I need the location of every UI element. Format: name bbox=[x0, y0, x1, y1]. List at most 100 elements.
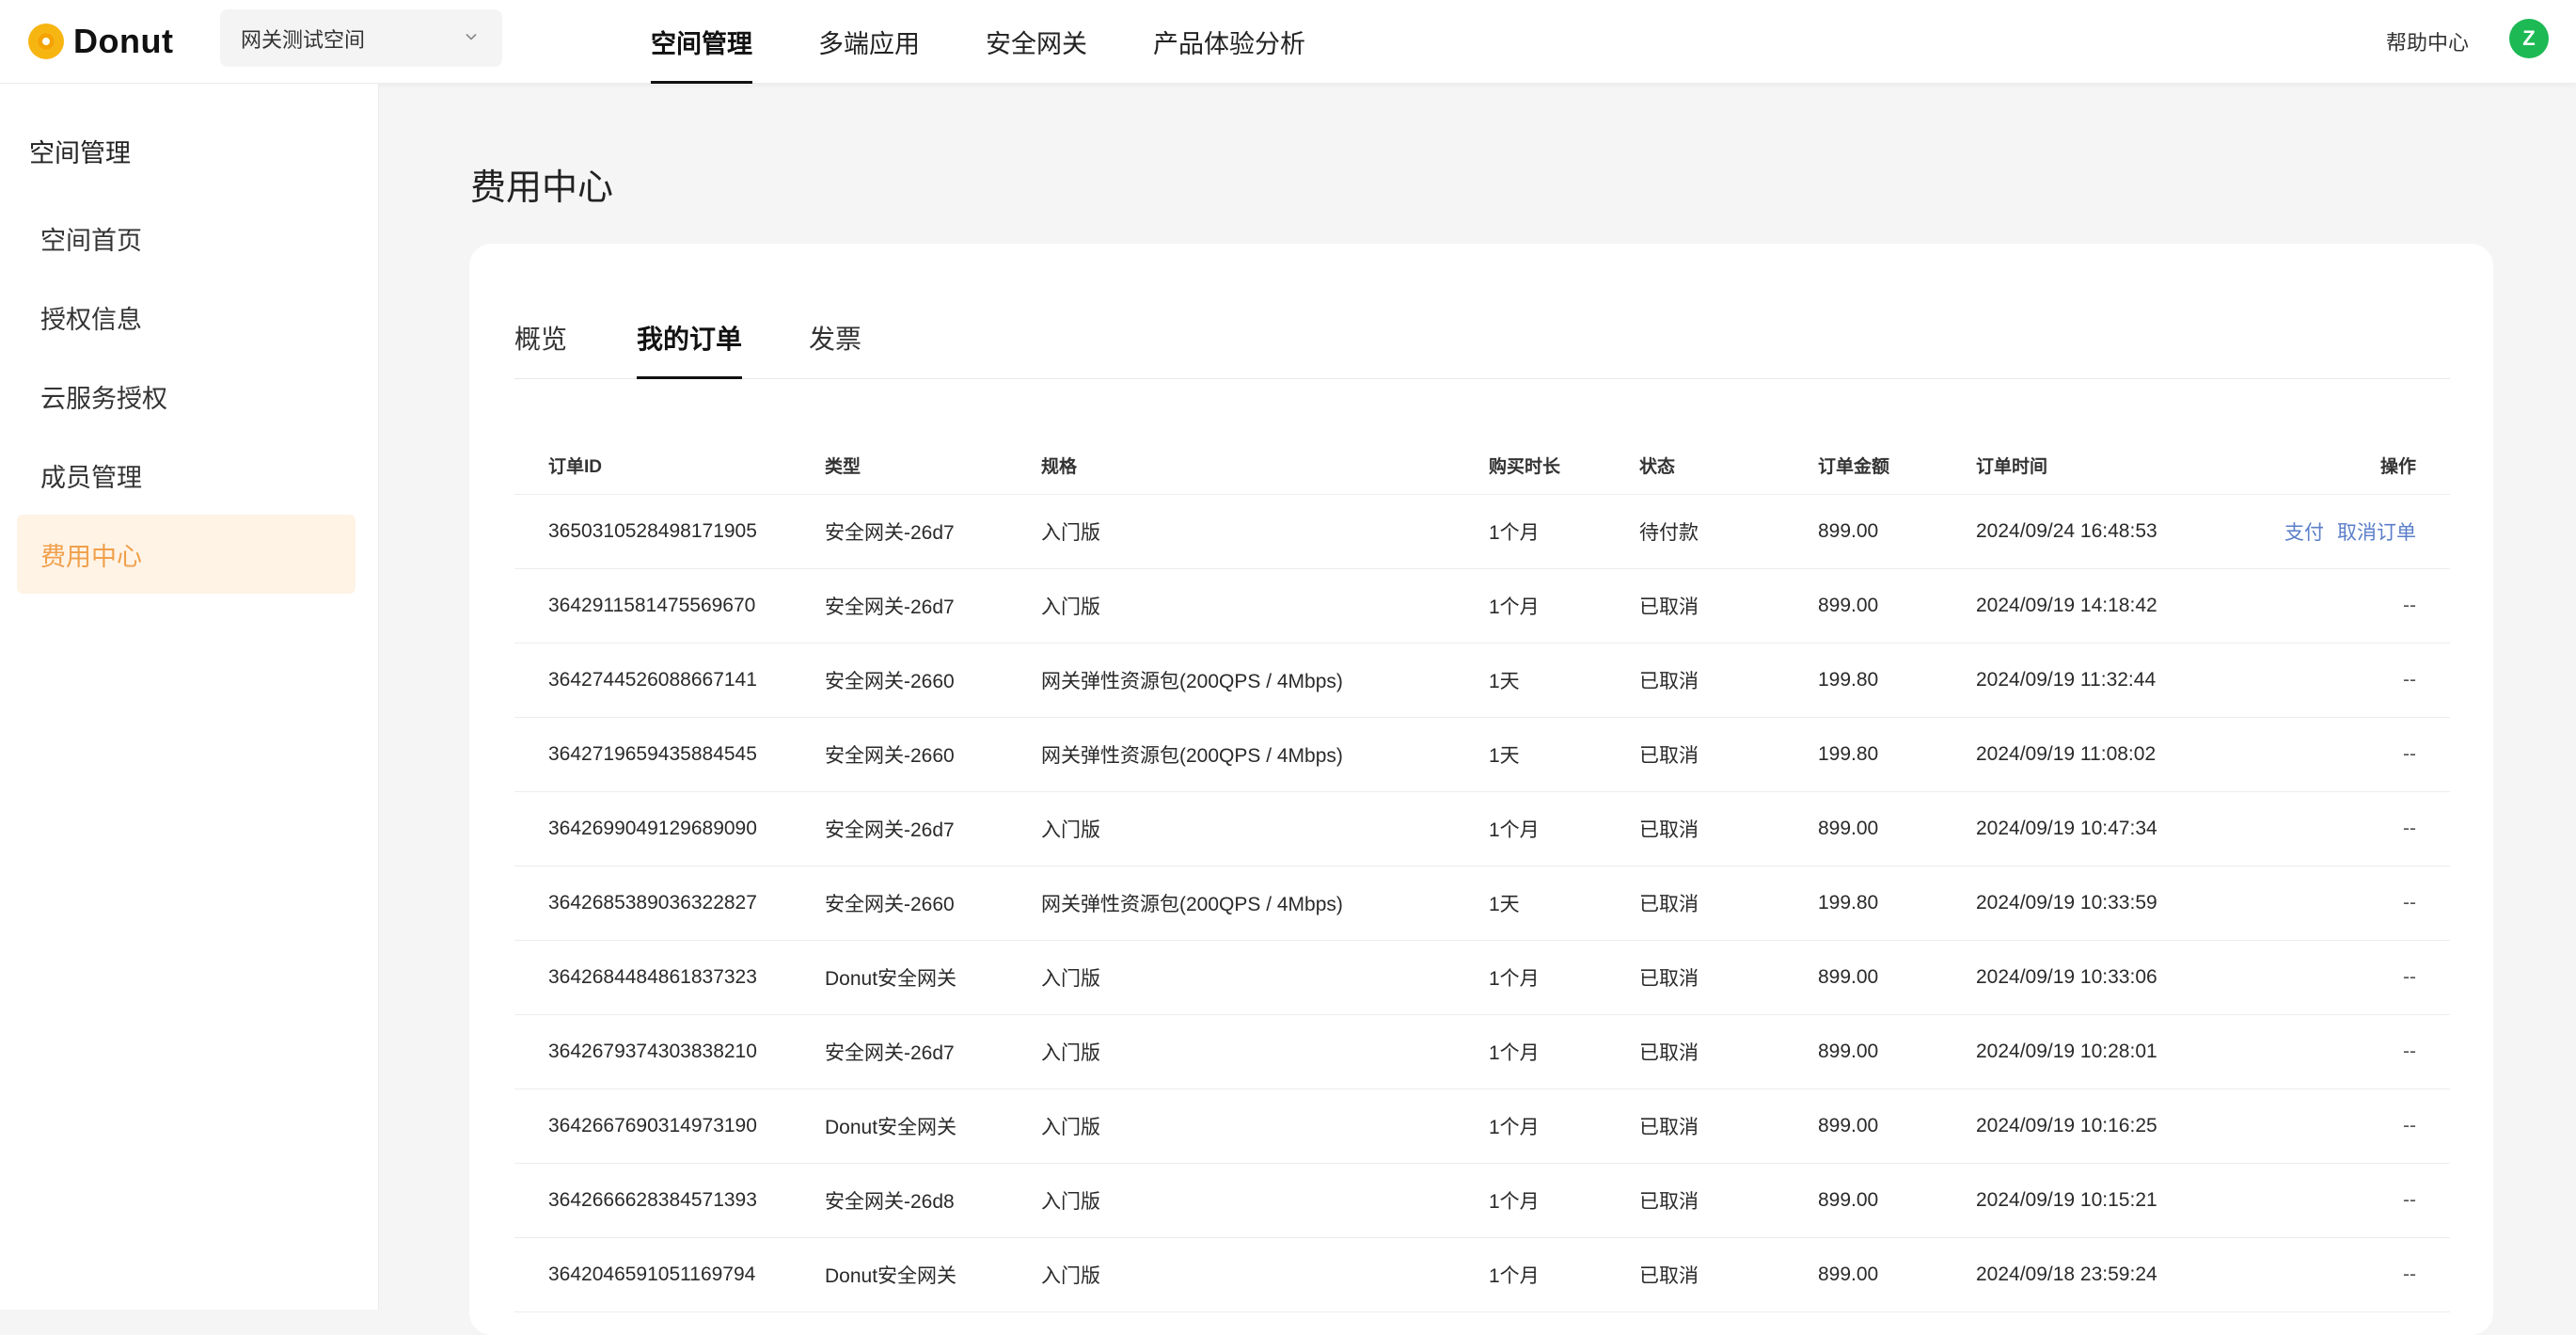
nav-item-product-analytics[interactable]: 产品体验分析 bbox=[1153, 0, 1305, 84]
status-cell: 待付款 bbox=[1639, 494, 1818, 569]
type-cell: Donut安全网关 bbox=[825, 940, 1041, 1015]
duration-cell: 1天 bbox=[1489, 643, 1639, 718]
status-cell: 已取消 bbox=[1639, 866, 1818, 941]
duration-cell: 1个月 bbox=[1489, 568, 1639, 644]
status-cell: 已取消 bbox=[1639, 1089, 1818, 1164]
sidebar-title: 空间管理 bbox=[29, 139, 131, 167]
status-cell: 已取消 bbox=[1639, 568, 1818, 644]
amount-cell: 199.80 bbox=[1818, 717, 1976, 792]
top-nav: 空间管理 多端应用 安全网关 产品体验分析 bbox=[651, 0, 1371, 84]
help-center-link[interactable]: 帮助中心 bbox=[2386, 26, 2469, 56]
table-row: 3650310528498171905 安全网关-26d7 入门版 1个月 待付款 899… bbox=[514, 494, 2450, 569]
actions-cell: -- bbox=[2249, 717, 2450, 792]
order-id-cell: 3642699049129689090 bbox=[514, 791, 825, 866]
column-header: 订单ID bbox=[514, 437, 825, 495]
spec-cell: 入门版 bbox=[1041, 940, 1489, 1015]
table-row: 3642667690314973190 Donut安全网关 入门版 1个月 已取消 899… bbox=[514, 1089, 2450, 1164]
brand[interactable]: Donut bbox=[28, 21, 173, 62]
spec-cell: 网关弹性资源包(200QPS / 4Mbps) bbox=[1041, 866, 1489, 941]
actions-cell: -- bbox=[2249, 866, 2450, 941]
spec-cell: 入门版 bbox=[1041, 1163, 1489, 1238]
pay-link[interactable]: 支付 bbox=[2284, 522, 2324, 544]
type-cell: 安全网关-2660 bbox=[825, 866, 1041, 941]
table-row: 3642684484861837323 Donut安全网关 入门版 1个月 已取消 899… bbox=[514, 940, 2450, 1015]
column-header: 规格 bbox=[1041, 437, 1489, 495]
time-cell: 2024/09/19 11:32:44 bbox=[1976, 643, 2249, 718]
order-id-cell: 3642744526088667141 bbox=[514, 643, 825, 718]
duration-cell: 1个月 bbox=[1489, 1237, 1639, 1312]
amount-cell: 899.00 bbox=[1818, 1089, 1976, 1164]
space-selector-value: 网关测试空间 bbox=[241, 27, 366, 52]
orders-card: 概览 我的订单 发票 订单ID 类型 规格 购买时长 状态 订单金额 订单时间 操作 3650… bbox=[469, 244, 2493, 1335]
actions-cell: -- bbox=[2249, 1089, 2450, 1164]
table-row: 3642046591051169794 Donut安全网关 入门版 1个月 已取消 899… bbox=[514, 1237, 2450, 1312]
table-row: 3642744526088667141 安全网关-2660 网关弹性资源包(200Q… bbox=[514, 643, 2450, 718]
type-cell: 安全网关-2660 bbox=[825, 717, 1041, 792]
spec-cell: 入门版 bbox=[1041, 1237, 1489, 1312]
sidebar-item-members[interactable]: 成员管理 bbox=[17, 436, 356, 515]
no-action: -- bbox=[2403, 1263, 2416, 1285]
column-header: 订单金额 bbox=[1818, 437, 1976, 495]
column-header: 类型 bbox=[825, 437, 1041, 495]
tab-invoices[interactable]: 发票 bbox=[809, 319, 861, 379]
column-header: 状态 bbox=[1639, 437, 1818, 495]
no-action: -- bbox=[2403, 668, 2416, 691]
table-row: 3642666628384571393 安全网关-26d8 入门版 1个月 已取消 899… bbox=[514, 1163, 2450, 1238]
amount-cell: 899.00 bbox=[1818, 940, 1976, 1015]
amount-cell: 899.00 bbox=[1818, 1163, 1976, 1238]
duration-cell: 1个月 bbox=[1489, 1089, 1639, 1164]
duration-cell: 1个月 bbox=[1489, 1014, 1639, 1089]
order-id-cell: 3642666628384571393 bbox=[514, 1163, 825, 1238]
avatar[interactable]: Z bbox=[2509, 19, 2549, 58]
order-id-cell: 3642684484861837323 bbox=[514, 940, 825, 1015]
duration-cell: 1个月 bbox=[1489, 940, 1639, 1015]
actions-cell: -- bbox=[2249, 643, 2450, 718]
spec-cell: 入门版 bbox=[1041, 1014, 1489, 1089]
nav-item-multi-apps[interactable]: 多端应用 bbox=[818, 0, 920, 84]
table-row: 3642679374303838210 安全网关-26d7 入门版 1个月 已取消 899… bbox=[514, 1014, 2450, 1089]
amount-cell: 899.00 bbox=[1818, 791, 1976, 866]
space-selector[interactable]: 网关测试空间 bbox=[220, 9, 502, 67]
nav-item-security-gateway[interactable]: 安全网关 bbox=[986, 0, 1087, 84]
order-id-cell: 3642685389036322827 bbox=[514, 866, 825, 941]
tab-my-orders[interactable]: 我的订单 bbox=[637, 319, 743, 379]
no-action: -- bbox=[2403, 1040, 2416, 1062]
time-cell: 2024/09/24 16:48:53 bbox=[1976, 494, 2249, 569]
duration-cell: 1个月 bbox=[1489, 494, 1639, 569]
column-header: 操作 bbox=[2249, 437, 2450, 495]
amount-cell: 899.00 bbox=[1818, 1237, 1976, 1312]
nav-item-space-management[interactable]: 空间管理 bbox=[651, 0, 752, 84]
actions-cell: -- bbox=[2249, 1014, 2450, 1089]
actions-cell: -- bbox=[2249, 1237, 2450, 1312]
order-id-cell: 3642911581475569670 bbox=[514, 568, 825, 644]
sidebar-item-billing[interactable]: 费用中心 bbox=[17, 515, 356, 594]
cancel-order-link[interactable]: 取消订单 bbox=[2337, 522, 2416, 544]
spec-cell: 网关弹性资源包(200QPS / 4Mbps) bbox=[1041, 717, 1489, 792]
no-action: -- bbox=[2403, 891, 2416, 914]
type-cell: 安全网关-26d7 bbox=[825, 1014, 1041, 1089]
type-cell: 安全网关-26d7 bbox=[825, 568, 1041, 644]
page-title: 费用中心 bbox=[470, 168, 614, 208]
time-cell: 2024/09/18 23:59:24 bbox=[1976, 1237, 2249, 1312]
sidebar-item-license-info[interactable]: 授权信息 bbox=[17, 278, 356, 357]
spec-cell: 网关弹性资源包(200QPS / 4Mbps) bbox=[1041, 643, 1489, 718]
table-row: 3642685389036322827 安全网关-2660 网关弹性资源包(200Q… bbox=[514, 866, 2450, 941]
table-row: 3642911581475569670 安全网关-26d7 入门版 1个月 已取消 899… bbox=[514, 568, 2450, 644]
no-action: -- bbox=[2403, 965, 2416, 988]
order-id-cell: 3642667690314973190 bbox=[514, 1089, 825, 1164]
orders-table: 订单ID 类型 规格 购买时长 状态 订单金额 订单时间 操作 365031052849817… bbox=[514, 437, 2450, 1312]
sidebar: 空间管理 空间首页 授权信息 云服务授权 成员管理 费用中心 bbox=[0, 84, 379, 1310]
sidebar-item-cloud-auth[interactable]: 云服务授权 bbox=[17, 357, 356, 436]
type-cell: 安全网关-2660 bbox=[825, 643, 1041, 718]
time-cell: 2024/09/19 14:18:42 bbox=[1976, 568, 2249, 644]
chevron-down-icon bbox=[466, 33, 477, 40]
status-cell: 已取消 bbox=[1639, 1237, 1818, 1312]
type-cell: 安全网关-26d7 bbox=[825, 791, 1041, 866]
tab-overview[interactable]: 概览 bbox=[514, 319, 567, 379]
sidebar-item-space-home[interactable]: 空间首页 bbox=[17, 199, 356, 278]
time-cell: 2024/09/19 11:08:02 bbox=[1976, 717, 2249, 792]
no-action: -- bbox=[2403, 594, 2416, 616]
orders-table-body: 3650310528498171905 安全网关-26d7 入门版 1个月 待付款 899… bbox=[514, 494, 2450, 1312]
no-action: -- bbox=[2403, 1114, 2416, 1136]
actions-cell: 支付 取消订单 bbox=[2249, 494, 2450, 569]
